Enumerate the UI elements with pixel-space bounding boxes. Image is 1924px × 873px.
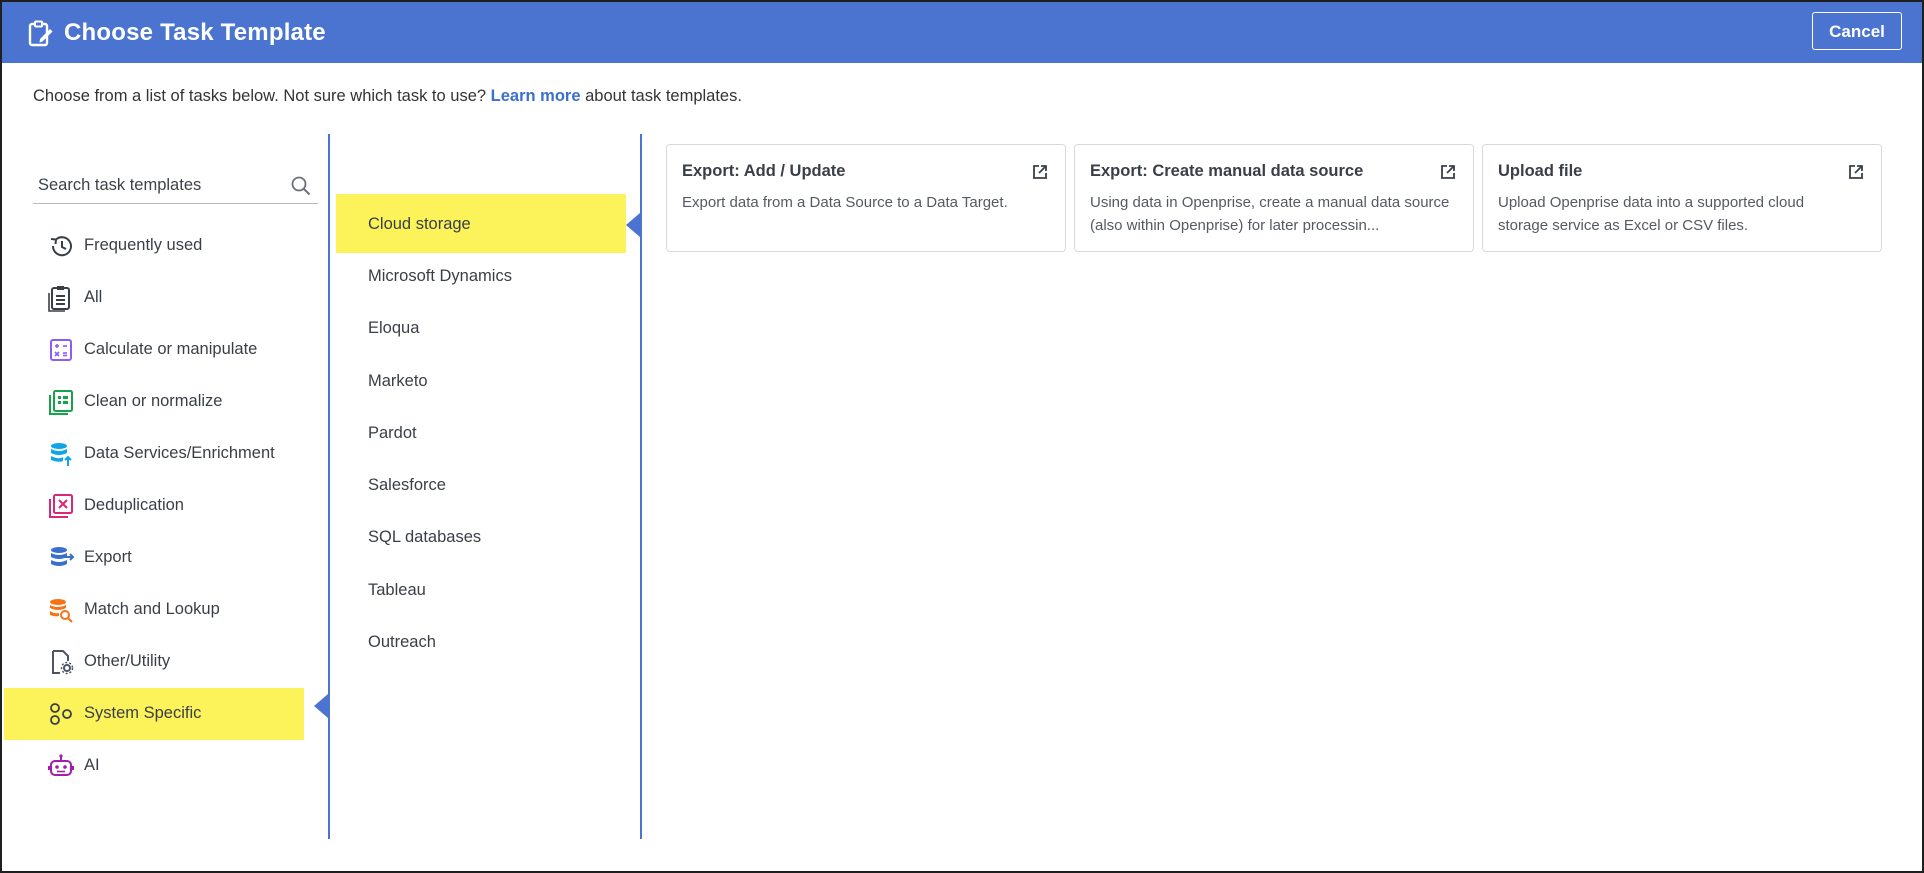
system-item-marketo[interactable]: Marketo xyxy=(336,351,626,410)
category-item-data-services[interactable]: Data Services/Enrichment xyxy=(4,428,304,480)
category-item-calculate[interactable]: Calculate or manipulate xyxy=(4,324,304,376)
card-title: Export: Add / Update xyxy=(682,162,846,180)
calculator-icon xyxy=(50,339,72,361)
category-label: All xyxy=(84,288,103,306)
dialog-header: Choose Task Template Cancel xyxy=(2,2,1922,63)
search-icon[interactable] xyxy=(290,175,312,197)
category-item-system-specific[interactable]: System Specific xyxy=(4,688,304,740)
category-label: Export xyxy=(84,548,132,566)
search-input[interactable] xyxy=(33,170,278,200)
category-item-clean[interactable]: Clean or normalize xyxy=(4,376,304,428)
category-label: System Specific xyxy=(84,704,202,722)
card-title: Export: Create manual data source xyxy=(1090,162,1364,180)
active-system-indicator xyxy=(626,213,640,237)
template-card-export-add-update[interactable]: Export: Add / Update Export data from a … xyxy=(666,144,1066,252)
category-divider xyxy=(328,134,330,839)
category-item-other-utility[interactable]: Other/Utility xyxy=(4,636,304,688)
card-description: Using data in Openprise, create a manual… xyxy=(1090,194,1450,234)
system-item-cloud-storage[interactable]: Cloud storage xyxy=(336,194,626,253)
open-external-icon[interactable] xyxy=(1030,162,1050,182)
file-settings-icon xyxy=(52,650,74,675)
category-item-frequently-used[interactable]: Frequently used xyxy=(4,220,304,272)
open-external-icon[interactable] xyxy=(1846,162,1866,182)
robot-icon xyxy=(48,754,74,776)
system-divider xyxy=(640,134,642,839)
category-item-deduplication[interactable]: Deduplication xyxy=(4,480,304,532)
system-label: Eloqua xyxy=(368,319,420,337)
system-label: Pardot xyxy=(368,424,417,442)
system-label: Microsoft Dynamics xyxy=(368,267,512,285)
template-card-export-create-manual[interactable]: Export: Create manual data source Using … xyxy=(1074,144,1474,252)
clipboard-edit-icon xyxy=(28,20,53,47)
category-label: Other/Utility xyxy=(84,652,171,670)
active-category-indicator xyxy=(314,694,328,718)
spreadsheet-icon xyxy=(49,390,73,415)
database-search-icon xyxy=(50,599,73,623)
system-item-microsoft-dynamics[interactable]: Microsoft Dynamics xyxy=(336,246,626,305)
system-item-sql-databases[interactable]: SQL databases xyxy=(336,507,626,566)
learn-more-link[interactable]: Learn more xyxy=(491,87,581,105)
category-label: Data Services/Enrichment xyxy=(84,444,275,462)
system-label: Outreach xyxy=(368,633,436,651)
system-label: Cloud storage xyxy=(368,215,471,233)
card-title: Upload file xyxy=(1498,162,1583,180)
category-label: Calculate or manipulate xyxy=(84,340,258,358)
category-item-ai[interactable]: AI xyxy=(4,740,304,792)
deduplicate-icon xyxy=(49,494,73,518)
cancel-button[interactable]: Cancel xyxy=(1812,12,1902,50)
database-upload-icon xyxy=(51,443,72,466)
category-item-export[interactable]: Export xyxy=(4,532,304,584)
system-label: Marketo xyxy=(368,372,428,390)
category-item-match-lookup[interactable]: Match and Lookup xyxy=(4,584,304,636)
open-external-icon[interactable] xyxy=(1438,162,1458,182)
system-item-pardot[interactable]: Pardot xyxy=(336,403,626,462)
category-label: Clean or normalize xyxy=(84,392,223,410)
intro-text-before: Choose from a list of tasks below. Not s… xyxy=(33,87,491,105)
category-label: Match and Lookup xyxy=(84,600,220,618)
category-label: Frequently used xyxy=(84,236,203,254)
system-label: Tableau xyxy=(368,581,426,599)
dialog-title: Choose Task Template xyxy=(64,19,326,46)
system-item-eloqua[interactable]: Eloqua xyxy=(336,298,626,357)
history-icon xyxy=(50,236,72,257)
template-card-upload-file[interactable]: Upload file Upload Openprise data into a… xyxy=(1482,144,1882,252)
shapes-icon xyxy=(50,703,72,725)
clipboard-list-icon xyxy=(48,286,70,312)
system-item-tableau[interactable]: Tableau xyxy=(336,560,626,619)
system-label: Salesforce xyxy=(368,476,446,494)
category-label: Deduplication xyxy=(84,496,184,514)
category-item-all[interactable]: All xyxy=(4,272,304,324)
card-description: Export data from a Data Source to a Data… xyxy=(682,194,1008,211)
card-description: Upload Openprise data into a supported c… xyxy=(1498,194,1805,234)
system-item-outreach[interactable]: Outreach xyxy=(336,612,626,671)
category-label: AI xyxy=(84,756,100,774)
database-export-icon xyxy=(51,547,75,566)
search-box xyxy=(33,170,318,204)
task-template-dialog: Choose Task Template Cancel Choose from … xyxy=(0,0,1924,873)
intro-text-after: about task templates. xyxy=(580,87,742,105)
system-label: SQL databases xyxy=(368,528,482,546)
system-item-salesforce[interactable]: Salesforce xyxy=(336,455,626,514)
intro-text: Choose from a list of tasks below. Not s… xyxy=(33,87,742,106)
